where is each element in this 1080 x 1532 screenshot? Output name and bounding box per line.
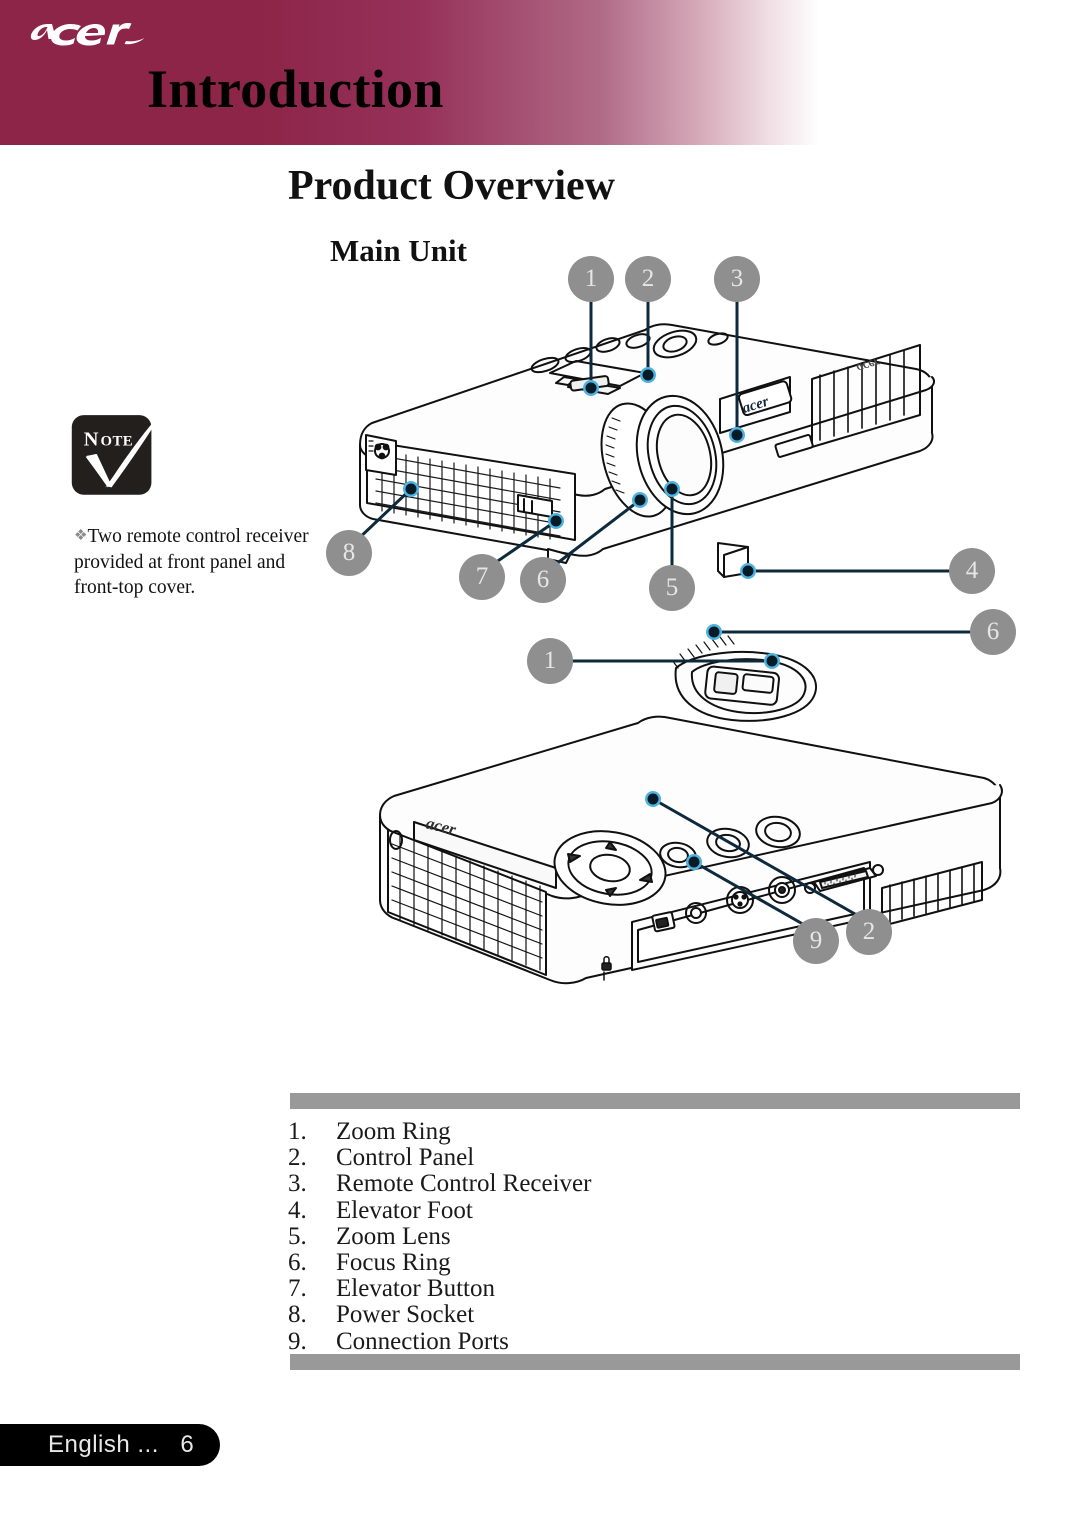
list-item: 5. Zoom Lens [288, 1222, 1028, 1250]
list-item: 2. Control Panel [288, 1145, 1028, 1171]
svg-text:N: N [84, 429, 99, 451]
callout-9-bottom: 9 [793, 918, 839, 964]
list-item: 3. Remote Control Receiver [288, 1171, 1028, 1197]
list-item-label: Remote Control Receiver [336, 1170, 592, 1198]
note-text: ❖Two remote control receiver provided at… [74, 524, 326, 601]
list-item-number: 5. [288, 1222, 307, 1250]
chapter-header-band: Introduction [0, 0, 1080, 145]
list-item-number: 6. [288, 1249, 307, 1277]
note-icon: N OTE [71, 408, 165, 495]
list-item-label: Elevator Button [336, 1275, 495, 1303]
list-item-number: 1. [288, 1118, 307, 1145]
callout-6-top: 6 [520, 557, 566, 603]
chapter-title: Introduction [147, 59, 444, 119]
parts-list-rule-top [290, 1093, 1020, 1109]
list-item: 6. Focus Ring [288, 1249, 1028, 1277]
list-item-label: Connection Ports [336, 1327, 509, 1355]
callout-3-top: 3 [714, 256, 760, 302]
projector-rear-view-illustration: acer [379, 635, 1003, 985]
list-item: 7. Elevator Button [288, 1276, 1028, 1302]
list-item-label: Control Panel [336, 1144, 475, 1172]
footer-page-number: 6 [180, 1431, 195, 1458]
callout-1-top: 1 [568, 256, 614, 302]
parts-list-rule-bottom [290, 1354, 1020, 1370]
list-item-number: 9. [288, 1327, 307, 1355]
note-bullet-glyph: ❖ [74, 528, 88, 544]
callout-8-top: 8 [326, 530, 372, 576]
list-item-number: 4. [288, 1196, 307, 1224]
list-item-number: 3. [288, 1170, 307, 1198]
list-item: 4. Elevator Foot [288, 1196, 1028, 1224]
svg-text:OTE: OTE [100, 434, 133, 450]
footer-page-indicator: English ... 6 [48, 1431, 218, 1459]
callout-1-bottom: 1 [527, 638, 573, 684]
list-item: 9. Connection Ports [288, 1327, 1028, 1355]
callout-6-bottom: 6 [970, 609, 1016, 655]
callout-7-top: 7 [459, 554, 505, 600]
list-item-label: Focus Ring [336, 1249, 451, 1277]
parts-list: 1. Zoom Ring 2. Control Panel 3. Remote Con… [288, 1118, 1028, 1355]
callout-2-top: 2 [625, 256, 671, 302]
callout-2-bottom: 2 [846, 909, 892, 955]
list-item: 8. Power Socket [288, 1302, 1028, 1328]
list-item-label: Elevator Foot [336, 1196, 473, 1224]
list-item-label: Power Socket [336, 1301, 475, 1329]
list-item-label: Zoom Lens [336, 1222, 451, 1250]
list-item-number: 2. [288, 1144, 307, 1172]
list-item-number: 7. [288, 1275, 307, 1303]
list-item: 1. Zoom Ring [288, 1118, 1028, 1145]
callout-5-top: 5 [649, 565, 695, 611]
acer-logo [30, 23, 145, 46]
list-item-number: 8. [288, 1301, 307, 1329]
list-item-label: Zoom Ring [336, 1118, 451, 1145]
callout-4-top: 4 [949, 548, 995, 594]
note-text-body: Two remote control receiver provided at … [74, 526, 309, 598]
footer-language: English ... [48, 1431, 159, 1458]
page-title: Product Overview [288, 163, 615, 209]
